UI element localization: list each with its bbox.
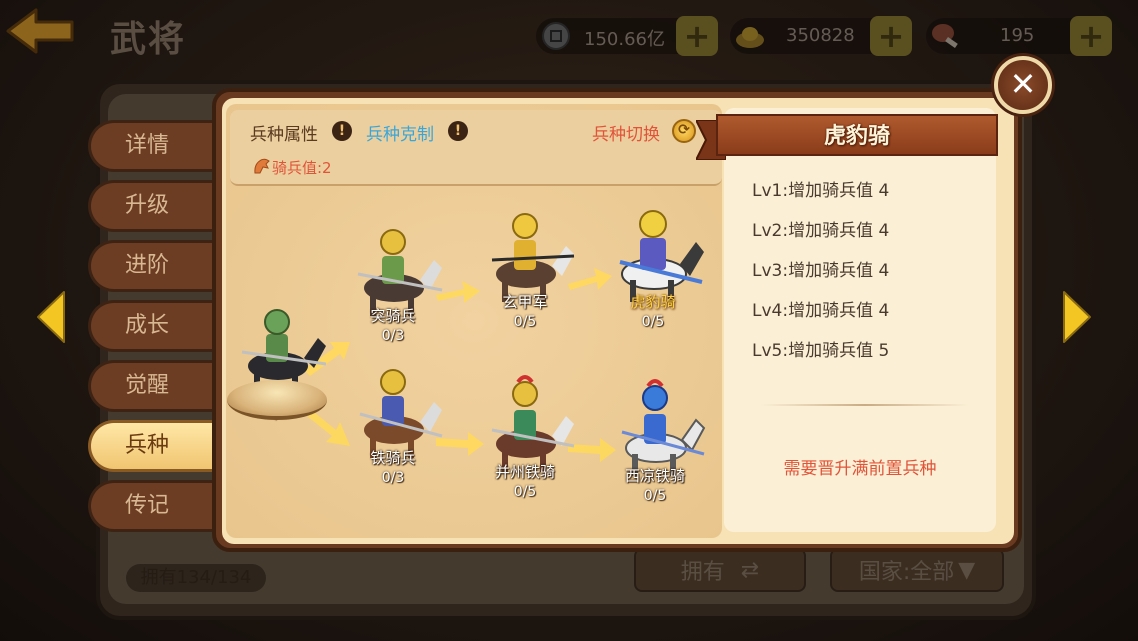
tab-label: 进阶 — [125, 253, 170, 278]
unit-count: 0/5 — [513, 314, 537, 330]
counter-info-icon[interactable]: ! — [448, 121, 468, 141]
unit-count: 0/3 — [381, 328, 405, 344]
tab-biography[interactable]: 传记 — [88, 480, 220, 532]
close-icon: ✕ — [1009, 65, 1037, 103]
cavalry-icon — [254, 158, 270, 174]
attr-info-icon[interactable]: ! — [332, 121, 352, 141]
detail-title: 虎豹骑 — [823, 124, 890, 149]
unit-pedestal — [227, 380, 327, 420]
next-general-arrow-icon[interactable] — [1060, 288, 1094, 346]
unit-name: 西凉铁骑 — [624, 467, 685, 485]
unit-tiger-leopard-cavalry[interactable]: 虎豹骑 0/5 — [598, 200, 708, 350]
switch-icon[interactable]: ⟳ — [672, 119, 696, 143]
unit-black-armor[interactable]: 玄甲军 0/5 — [470, 200, 580, 350]
unit-name: 突骑兵 — [370, 307, 416, 325]
close-button[interactable]: ✕ — [994, 56, 1052, 114]
level-bonus: Lv4:增加骑兵值 4 — [752, 301, 890, 321]
level-bonus: Lv2:增加骑兵值 4 — [752, 221, 890, 241]
tab-details[interactable]: 详情 — [88, 120, 220, 172]
unit-bingzhou-cavalry[interactable]: 并州铁骑 0/5 — [470, 370, 580, 520]
unit-xiliang-cavalry[interactable]: 西凉铁骑 0/5 — [600, 374, 710, 524]
tab-label: 升级 — [125, 193, 170, 218]
unit-count: 0/5 — [641, 314, 665, 330]
unit-count: 0/3 — [381, 470, 405, 486]
tab-troops[interactable]: 兵种 — [88, 420, 224, 472]
tab-label: 成长 — [125, 313, 170, 338]
unit-name: 并州铁骑 — [494, 463, 555, 481]
prev-general-arrow-icon[interactable] — [34, 288, 68, 346]
tab-upgrade[interactable]: 升级 — [88, 180, 220, 232]
level-bonus: Lv5:增加骑兵值 5 — [752, 341, 890, 361]
cavalry-value: 骑兵值:2 — [272, 159, 332, 177]
tab-advance[interactable]: 进阶 — [88, 240, 220, 292]
level-bonus: Lv3:增加骑兵值 4 — [752, 261, 890, 281]
unit-name: 玄甲军 — [502, 293, 548, 311]
unit-count: 0/5 — [513, 484, 537, 500]
tab-label: 详情 — [125, 133, 170, 158]
unit-name: 虎豹骑 — [630, 293, 676, 311]
tab-label: 觉醒 — [125, 373, 170, 398]
tab-label: 传记 — [125, 493, 170, 518]
troop-switch-button[interactable]: 兵种切换 — [592, 120, 660, 145]
unit-assault-cavalry[interactable]: 突骑兵 0/3 — [338, 214, 448, 364]
unit-iron-cavalry[interactable]: 铁骑兵 0/3 — [338, 356, 448, 506]
level-bonus: Lv1:增加骑兵值 4 — [752, 181, 890, 201]
detail-divider — [760, 404, 970, 406]
tab-growth[interactable]: 成长 — [88, 300, 220, 352]
tab-awaken[interactable]: 觉醒 — [88, 360, 220, 412]
unit-count: 0/5 — [643, 488, 667, 504]
requirement-text: 需要晋升满前置兵种 — [783, 459, 937, 479]
troop-counter-link[interactable]: 兵种克制 — [366, 120, 434, 145]
unit-name: 铁骑兵 — [370, 449, 416, 467]
tab-label: 兵种 — [125, 433, 170, 458]
troop-attr-label: 兵种属性 — [250, 125, 318, 145]
